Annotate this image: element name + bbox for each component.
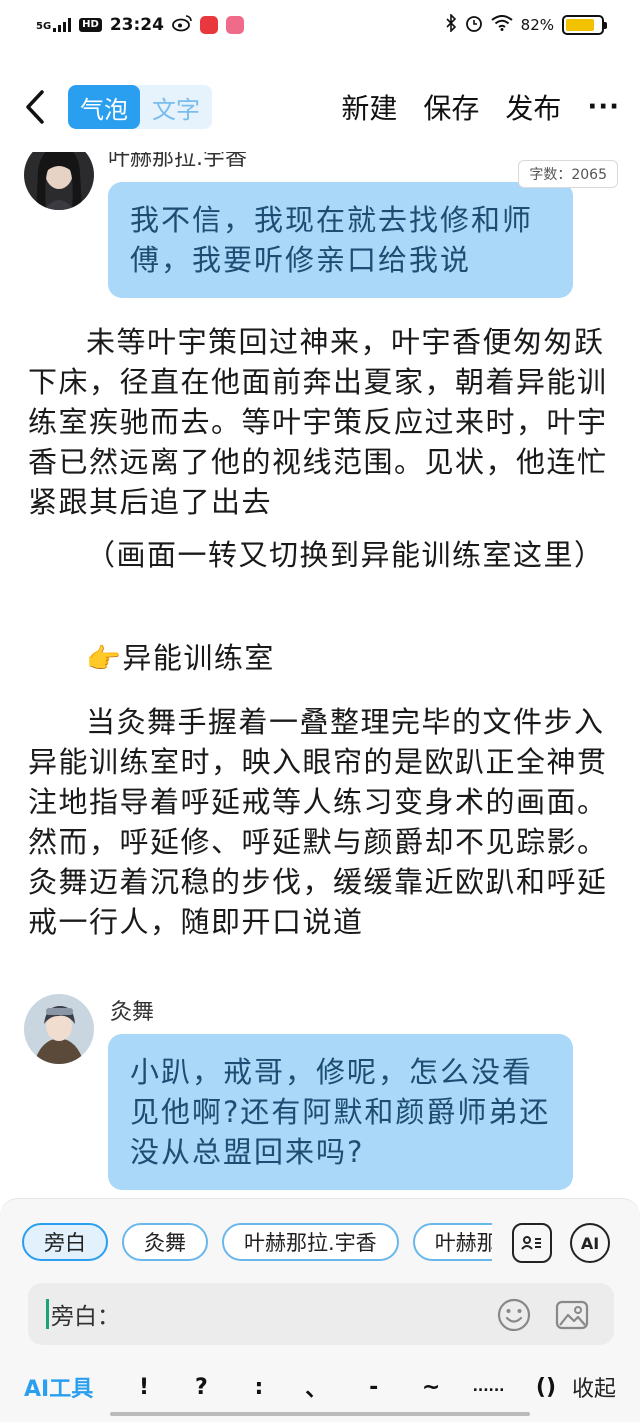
back-button[interactable] (20, 87, 50, 127)
battery-icon (562, 15, 607, 35)
collapse-button[interactable]: 收起 (572, 1371, 616, 1403)
app-icon (199, 16, 218, 34)
mode-text-tab[interactable]: 文字 (140, 85, 212, 129)
emoji-icon[interactable] (496, 1297, 532, 1333)
scene-heading-text: 异能训练室 (122, 641, 275, 675)
symbol-key[interactable]: ? (181, 1375, 221, 1400)
bluetooth-icon (445, 13, 457, 36)
role-chip[interactable]: 叶赫那拉.宇策 (412, 1223, 492, 1261)
battery-percent: 82% (520, 16, 554, 34)
hd-badge: HD (79, 18, 102, 32)
role-chip[interactable]: 旁白 (22, 1223, 108, 1261)
chevron-left-icon (26, 90, 44, 124)
ai-assistant-icon[interactable]: AI (570, 1223, 610, 1263)
word-count-badge: 字数：2065 (518, 160, 618, 188)
symbol-list: ! ? : 、 - ~ ...... () (114, 1371, 572, 1403)
save-button[interactable]: 保存 (423, 87, 479, 127)
clock-time: 23:24 (109, 15, 164, 35)
weibo-icon (172, 14, 192, 36)
battery-level (566, 19, 594, 31)
speaker-name: 叶赫那拉.宇香 (108, 152, 247, 171)
role-chip[interactable]: 叶赫那拉.宇香 (222, 1223, 399, 1261)
signal-icon: 5G (36, 18, 72, 32)
avatar[interactable] (24, 994, 94, 1064)
role-chip[interactable]: 灸舞 (122, 1223, 208, 1261)
symbol-key[interactable]: () (526, 1375, 566, 1400)
network-type: 5G (36, 21, 52, 32)
story-content[interactable]: 字数：2065 叶赫那拉.宇香 我不信，我现在就去找修和师傅，我要听修亲口给我说… (0, 152, 640, 1198)
editor-toolbar: 气泡 文字 新建 保存 发布 ··· (0, 72, 640, 142)
bilibili-icon (225, 16, 244, 34)
status-bar: 5G HD 23:24 82% (0, 0, 640, 50)
symbol-key[interactable]: ...... (469, 1379, 509, 1395)
role-chip-row: 旁白 灸舞 叶赫那拉.宇香 叶赫那拉.宇策 (22, 1223, 492, 1263)
pointing-hand-icon: 👉 (86, 642, 123, 675)
scene-heading: 👉异能训练室 (28, 638, 612, 679)
symbol-key[interactable]: ! (124, 1375, 164, 1400)
gesture-bar (110, 1412, 530, 1416)
narration-paragraph: 未等叶宇策回过神来，叶宇香便匆匆跃下床，径直在他面前奔出夏家，朝着异能训练室疾驰… (28, 325, 608, 519)
bottom-input-panel: 旁白 灸舞 叶赫那拉.宇香 叶赫那拉.宇策 AI 旁白： AI工具 ! ? : … (0, 1198, 640, 1422)
wifi-icon (491, 15, 513, 35)
symbol-bar: AI工具 ! ? : 、 - ~ ...... () 收起 (0, 1357, 640, 1417)
more-button[interactable]: ··· (587, 92, 620, 122)
symbol-key[interactable]: - (354, 1375, 394, 1400)
narration-paragraph: 当灸舞手握着一叠整理完毕的文件步入异能训练室时，映入眼帘的是欧趴正全神贯注地指导… (28, 705, 608, 939)
new-button[interactable]: 新建 (341, 87, 397, 127)
text-caret (46, 1299, 49, 1329)
mode-switch: 气泡 文字 (68, 85, 212, 129)
speaker-name: 灸舞 (110, 1000, 155, 1025)
symbol-key[interactable]: 、 (296, 1371, 336, 1403)
role-card-icon[interactable] (512, 1223, 552, 1263)
alarm-icon (465, 14, 483, 36)
input-prefix-label: 旁白： (51, 1304, 120, 1330)
narration-paragraph: （画面一转又切换到异能训练室这里） (86, 538, 605, 572)
narration-input[interactable]: 旁白： (28, 1283, 614, 1345)
symbol-key[interactable]: ~ (411, 1375, 451, 1400)
image-icon[interactable] (554, 1297, 590, 1333)
publish-button[interactable]: 发布 (505, 87, 561, 127)
dialogue-bubble[interactable]: 我不信，我现在就去找修和师傅，我要听修亲口给我说 (108, 182, 573, 298)
ai-tools-button[interactable]: AI工具 (24, 1371, 114, 1403)
dialogue-bubble[interactable]: 小趴，戒哥，修呢，怎么没看见他啊?还有阿默和颜爵师弟还没从总盟回来吗? (108, 1034, 573, 1190)
mode-bubble-tab[interactable]: 气泡 (68, 85, 140, 129)
symbol-key[interactable]: : (239, 1375, 279, 1400)
avatar[interactable] (24, 152, 94, 210)
